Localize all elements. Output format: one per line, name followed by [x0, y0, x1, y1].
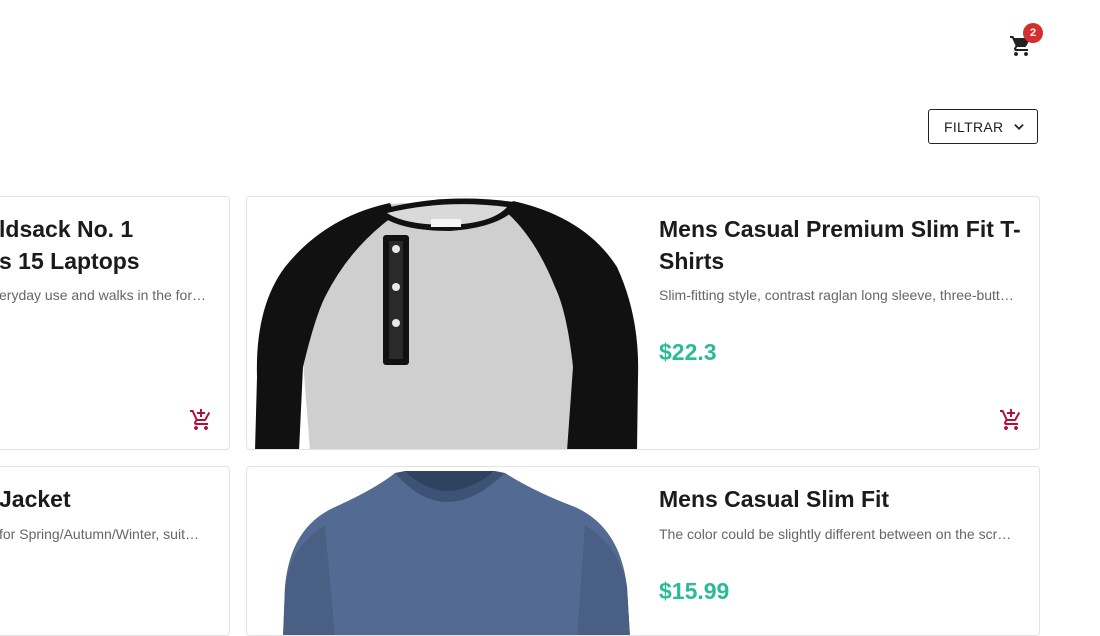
chevron-down-icon	[1014, 123, 1025, 130]
product-card[interactable]: Jacket for Spring/Autumn/Winter, suit…	[0, 466, 230, 636]
product-title: Jacket	[0, 486, 71, 512]
cart-button[interactable]: 2	[1008, 23, 1043, 60]
product-card[interactable]: Mens Casual Premium Slim Fit T-Shirts Sl…	[246, 196, 1040, 450]
product-title: ldsack No. 1 s 15 Laptops	[0, 216, 140, 274]
product-image	[255, 467, 640, 635]
product-image	[255, 197, 640, 449]
product-description: Slim-fitting style, contrast raglan long…	[659, 287, 1014, 303]
add-shopping-cart-icon[interactable]	[999, 408, 1023, 432]
product-description: eryday use and walks in the for…	[0, 287, 206, 303]
product-price: $22.3	[659, 339, 717, 365]
product-title: Mens Casual Slim Fit	[659, 486, 890, 512]
add-shopping-cart-icon[interactable]	[189, 408, 213, 432]
product-title: Mens Casual Premium Slim Fit T-Shirts	[659, 216, 1021, 274]
cart-count-badge: 2	[1023, 23, 1043, 43]
product-description: for Spring/Autumn/Winter, suit…	[0, 526, 199, 542]
filter-label: FILTRAR	[944, 118, 1004, 135]
product-price: $15.99	[659, 578, 730, 604]
product-card[interactable]: Mens Casual Slim Fit The color could be …	[246, 466, 1040, 636]
product-card[interactable]: ldsack No. 1 s 15 Laptops eryday use and…	[0, 196, 230, 450]
filter-button[interactable]: FILTRAR	[928, 109, 1038, 144]
product-description: The color could be slightly different be…	[659, 526, 1012, 542]
